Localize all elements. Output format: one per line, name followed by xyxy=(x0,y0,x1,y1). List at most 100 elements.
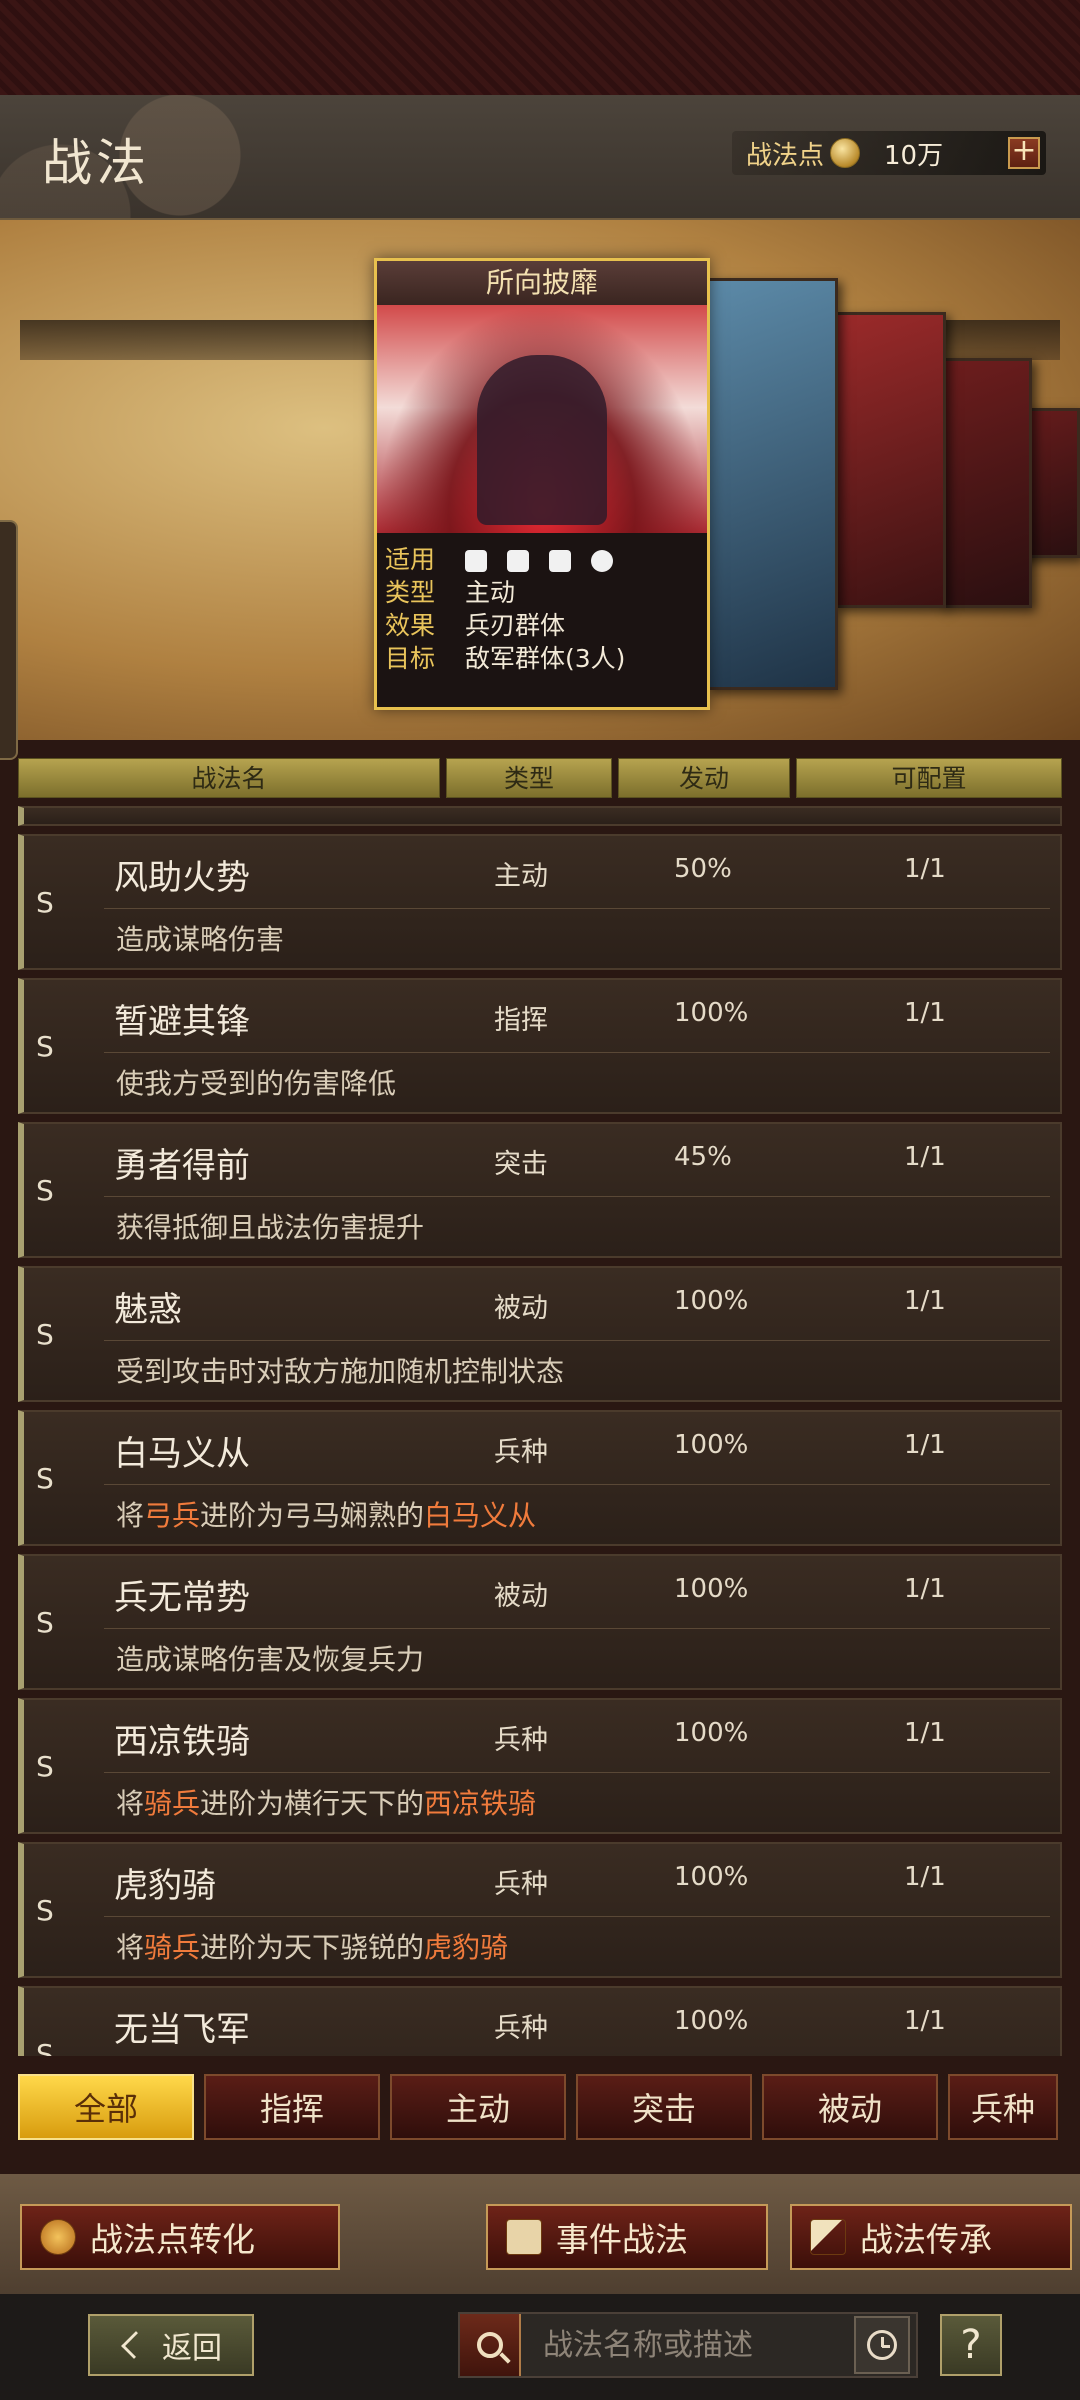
highlight-text: 西凉铁骑 xyxy=(424,1787,537,1820)
tactic-description: 将弓兵进阶为弓马娴熟的白马义从 xyxy=(116,1494,536,1534)
featured-tactic-card[interactable]: 所向披靡 适用 类型 主动 效果 兵刃群体 目标 敌军群体(3人) xyxy=(374,258,710,710)
card-info-row: 目标 敌军群体(3人) xyxy=(385,642,699,675)
card-title: 所向披靡 xyxy=(377,261,707,305)
row-divider xyxy=(104,1916,1050,1917)
tactic-config: 1/1 xyxy=(904,2006,946,2036)
tactic-name: 兵无常势 xyxy=(114,1578,250,1618)
back-arrow-icon xyxy=(121,2331,149,2359)
description-text: 受到攻击时对敌方施加随机控制状态 xyxy=(116,1355,565,1388)
table-row[interactable]: S 风助火势 主动 50% 1/1 造成谋略伤害 xyxy=(18,834,1062,970)
info-key: 适用 xyxy=(385,545,436,574)
carousel-card[interactable] xyxy=(942,358,1032,608)
row-divider xyxy=(104,1340,1050,1341)
tactic-config: 1/1 xyxy=(904,1718,946,1748)
grade-label: S xyxy=(36,1894,54,1927)
bow-icon xyxy=(548,550,571,572)
column-header-name[interactable]: 战法名 xyxy=(18,758,440,798)
history-button[interactable] xyxy=(854,2316,910,2374)
table-row[interactable] xyxy=(18,806,1062,826)
header: 战法 战法点 10万 + xyxy=(0,95,1080,220)
convert-points-button[interactable]: 战法点转化 xyxy=(20,2204,340,2270)
grade-label: S xyxy=(36,1750,54,1783)
tactic-rate: 100% xyxy=(674,1286,749,1316)
description-text: 获得抵御且战法伤害提升 xyxy=(116,1211,425,1244)
table-row[interactable]: S 暂避其锋 指挥 100% 1/1 使我方受到的伤害降低 xyxy=(18,978,1062,1114)
table-row[interactable]: S 白马义从 兵种 100% 1/1 将弓兵进阶为弓马娴熟的白马义从 xyxy=(18,1410,1062,1546)
bottom-bar: 返回 ? xyxy=(0,2294,1080,2400)
help-button[interactable]: ? xyxy=(940,2314,1002,2376)
column-header-type[interactable]: 类型 xyxy=(446,758,612,798)
rows-container: S 风助火势 主动 50% 1/1 造成谋略伤害 S 暂避其锋 指挥 100% 1/1 使我方受到的伤… xyxy=(18,834,1062,2056)
carousel-card[interactable] xyxy=(706,278,838,690)
search-bar xyxy=(458,2312,918,2378)
event-tactics-button[interactable]: 事件战法 xyxy=(486,2204,768,2270)
tactic-description: 将骑兵进阶为横行天下的西凉铁骑 xyxy=(116,1782,536,1822)
tab-command[interactable]: 指挥 xyxy=(204,2074,380,2140)
tactic-type: 兵种 xyxy=(494,1869,548,1900)
description-text: 进阶为弓马娴熟的 xyxy=(200,1499,425,1532)
wheel-icon xyxy=(590,550,613,572)
tactic-points-value: 10万 xyxy=(884,140,944,171)
info-key: 效果 xyxy=(385,611,436,640)
tactic-points-box: 战法点 10万 + xyxy=(732,131,1046,175)
tactic-type: 突击 xyxy=(494,1149,548,1180)
tab-assault[interactable]: 突击 xyxy=(576,2074,752,2140)
tactic-description: 获得抵御且战法伤害提升 xyxy=(116,1206,424,1246)
tactic-name: 无当飞军 xyxy=(114,2010,250,2050)
highlight-text: 虎豹骑 xyxy=(424,1931,509,1964)
grade-label: S xyxy=(36,1174,54,1207)
grade-label: S xyxy=(36,1606,54,1639)
back-button[interactable]: 返回 xyxy=(88,2314,254,2376)
tactic-rate: 100% xyxy=(674,1862,749,1892)
tactic-description: 将骑兵进阶为天下骁锐的虎豹骑 xyxy=(116,1926,508,1966)
table-row[interactable]: S 魅惑 被动 100% 1/1 受到攻击时对敌方施加随机控制状态 xyxy=(18,1266,1062,1402)
tactic-rate: 50% xyxy=(674,854,732,884)
tab-active[interactable]: 主动 xyxy=(390,2074,566,2140)
description-text: 使我方受到的伤害降低 xyxy=(116,1067,397,1100)
info-key: 类型 xyxy=(385,578,436,607)
hammer-icon xyxy=(810,2219,846,2255)
search-button[interactable] xyxy=(460,2314,521,2376)
tactic-config: 1/1 xyxy=(904,998,946,1028)
unit-icons xyxy=(465,543,625,576)
description-text: 造成谋略伤害 xyxy=(116,923,285,956)
description-text: 进阶为横行天下的 xyxy=(200,1787,425,1820)
tactic-type: 指挥 xyxy=(494,1005,548,1036)
carousel-card[interactable] xyxy=(834,312,946,608)
table-row[interactable]: S 西凉铁骑 兵种 100% 1/1 将骑兵进阶为横行天下的西凉铁骑 xyxy=(18,1698,1062,1834)
table-row[interactable]: S 无当飞军 兵种 100% 1/1 xyxy=(18,1986,1062,2056)
tactic-name: 魅惑 xyxy=(114,1290,182,1330)
description-text: 造成谋略伤害及恢复兵力 xyxy=(116,1643,425,1676)
table-row[interactable]: S 勇者得前 突击 45% 1/1 获得抵御且战法伤害提升 xyxy=(18,1122,1062,1258)
tactic-description: 造成谋略伤害 xyxy=(116,918,284,958)
table-row[interactable]: S 虎豹骑 兵种 100% 1/1 将骑兵进阶为天下骁锐的虎豹骑 xyxy=(18,1842,1062,1978)
add-points-button[interactable]: + xyxy=(1008,136,1040,169)
side-drawer-handle[interactable] xyxy=(0,520,18,760)
grade-label: S xyxy=(36,2038,54,2056)
tab-all[interactable]: 全部 xyxy=(18,2074,194,2140)
info-key: 目标 xyxy=(385,644,436,673)
column-header-rate[interactable]: 发动 xyxy=(618,758,790,798)
filter-tabs: 全部 指挥 主动 突击 被动 兵种 xyxy=(18,2074,1080,2146)
tactic-config: 1/1 xyxy=(904,854,946,884)
table-row[interactable]: S 兵无常势 被动 100% 1/1 造成谋略伤害及恢复兵力 xyxy=(18,1554,1062,1690)
tactic-config: 1/1 xyxy=(904,1430,946,1460)
highlight-text: 骑兵 xyxy=(144,1931,201,1964)
tab-passive[interactable]: 被动 xyxy=(762,2074,938,2140)
description-text: 进阶为天下骁锐的 xyxy=(200,1931,425,1964)
rider-silhouette xyxy=(477,355,607,525)
tab-troop[interactable]: 兵种 xyxy=(948,2074,1058,2140)
flame-coin-icon xyxy=(40,2219,76,2255)
inherit-tactics-button[interactable]: 战法传承 xyxy=(790,2204,1072,2270)
tactic-list[interactable]: S 风助火势 主动 50% 1/1 造成谋略伤害 S 暂避其锋 指挥 100% 1/1 使我方受到的伤… xyxy=(18,806,1062,2056)
back-label: 返回 xyxy=(162,2331,222,2366)
highlight-text: 骑兵 xyxy=(144,1787,201,1820)
row-divider xyxy=(104,1772,1050,1773)
action-bar: 战法点转化 事件战法 战法传承 xyxy=(0,2174,1080,2294)
row-divider xyxy=(104,1052,1050,1053)
convert-points-label: 战法点转化 xyxy=(90,2220,255,2259)
column-header-config[interactable]: 可配置 xyxy=(796,758,1062,798)
tactic-type: 兵种 xyxy=(494,1725,548,1756)
card-info-row: 类型 主动 xyxy=(385,576,699,609)
tactic-description: 使我方受到的伤害降低 xyxy=(116,1062,396,1102)
